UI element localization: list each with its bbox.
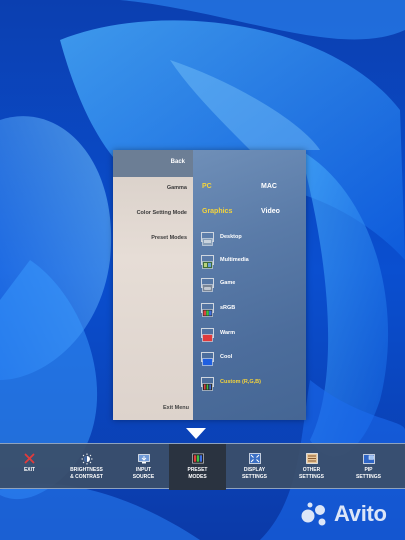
back-label: Back	[170, 159, 185, 165]
toolbar-label: BRIGHTNESS & CONTRAST	[70, 467, 103, 480]
warm-icon	[201, 328, 214, 342]
toolbar-label: DISPLAY SETTINGS	[241, 467, 267, 480]
toolbar-label: PIP SETTINGS	[355, 467, 381, 480]
brightness-icon	[81, 453, 93, 464]
desktop-icon	[201, 232, 214, 246]
display-settings-icon	[248, 453, 261, 464]
color-mode-option-graphics[interactable]: Graphics	[202, 208, 232, 215]
toolbar-label: PRESET MODES	[187, 467, 208, 480]
toolbar-pip-settings-button[interactable]: PIP SETTINGS	[340, 444, 397, 490]
preset-desktop[interactable]: Desktop	[201, 231, 301, 246]
toolbar-input-source-button[interactable]: INPUT SOURCE	[115, 444, 172, 490]
preset-label: Warm	[220, 330, 236, 336]
toolbar-brightness-contrast-button[interactable]: BRIGHTNESS & CONTRAST	[58, 444, 115, 490]
gamma-option-pc[interactable]: PC	[202, 183, 212, 190]
multimedia-icon	[201, 255, 214, 269]
color-mode-option-video[interactable]: Video	[261, 208, 280, 215]
preset-custom-rgb[interactable]: Custom (R,G,B)	[201, 376, 301, 391]
close-icon	[24, 453, 36, 464]
cool-icon	[201, 352, 214, 366]
osd-menu-panel: Back Gamma Color Setting Mode Preset Mod…	[113, 150, 306, 420]
game-icon	[201, 278, 214, 292]
toolbar-preset-modes-button[interactable]: PRESET MODES	[169, 444, 226, 490]
toolbar-label: INPUT SOURCE	[132, 467, 155, 480]
preset-label: Custom (R,G,B)	[220, 379, 261, 385]
preset-label: Multimedia	[220, 257, 249, 263]
preset-label: Desktop	[220, 234, 242, 240]
toolbar-label: EXIT	[23, 467, 36, 473]
srgb-icon	[201, 303, 214, 317]
input-source-icon	[137, 453, 150, 464]
preset-modes-icon	[191, 453, 204, 464]
custom-rgb-icon	[201, 377, 214, 391]
gamma-label: Gamma	[166, 185, 187, 191]
preset-label: Game	[220, 280, 236, 286]
avito-watermark: Avito	[300, 498, 398, 530]
menu-pointer-arrow	[186, 428, 206, 439]
toolbar-exit-button[interactable]: EXIT	[1, 444, 58, 490]
preset-warm[interactable]: Warm	[201, 327, 301, 342]
preset-label: sRGB	[220, 305, 236, 311]
toolbar-label: OTHER SETTINGS	[298, 467, 324, 480]
preset-cool[interactable]: Cool	[201, 351, 301, 366]
watermark-text: Avito	[334, 501, 387, 526]
preset-srgb[interactable]: sRGB	[201, 302, 301, 317]
preset-multimedia[interactable]: Multimedia	[201, 254, 301, 269]
other-settings-icon	[305, 453, 318, 464]
preset-modes-label: Preset Modes	[151, 235, 187, 241]
exit-menu-label[interactable]: Exit Menu	[113, 405, 189, 411]
preset-game[interactable]: Game	[201, 277, 301, 292]
preset-label: Cool	[220, 354, 233, 360]
osd-toolbar: EXIT BRIGHTNESS & CONTRAST INPUT SOURCE …	[0, 443, 405, 490]
toolbar-display-settings-button[interactable]: DISPLAY SETTINGS	[226, 444, 283, 490]
avito-logo-icon	[301, 502, 326, 526]
gamma-option-mac[interactable]: MAC	[261, 183, 277, 190]
color-setting-mode-label: Color Setting Mode	[136, 210, 187, 216]
pip-settings-icon	[362, 453, 375, 464]
toolbar-other-settings-button[interactable]: OTHER SETTINGS	[283, 444, 340, 490]
back-button[interactable]: Back	[113, 150, 193, 177]
